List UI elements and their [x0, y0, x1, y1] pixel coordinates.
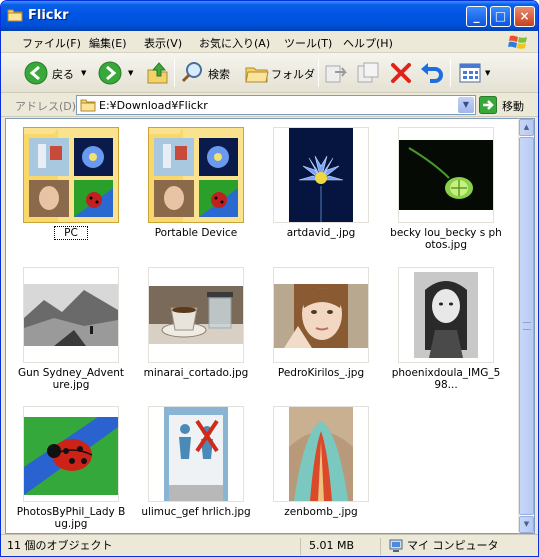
address-dropdown-icon[interactable]: ▼: [458, 97, 474, 113]
item-name: PhotosByPhil_Lady Bug.jpg: [16, 506, 126, 530]
toolbar: 戻る ▼ ▼ 検索 フォルダ ▼: [1, 53, 538, 93]
go-arrow-icon[interactable]: [479, 96, 497, 114]
toolbar-separator: [318, 59, 319, 87]
menu-favorites[interactable]: お気に入り(A): [199, 35, 270, 51]
item-name: phoenixdoula_IMG_598...: [391, 367, 501, 391]
folder-icon: [7, 9, 23, 22]
explorer-window: Flickr _ □ × ファイル(F) 編集(E) 表示(V) お気に入り(A…: [0, 0, 539, 557]
views-icon[interactable]: [457, 60, 483, 86]
grip-icon: [523, 322, 531, 330]
address-bar: アドレス(D) E:¥Download¥Flickr ▼ 移動: [1, 93, 538, 117]
image-thumbnail: [273, 267, 369, 363]
search-button[interactable]: 検索: [208, 66, 230, 82]
image-thumbnail: [23, 267, 119, 363]
status-location-label: マイ コンピュータ: [407, 539, 499, 552]
image-thumbnail: [398, 267, 494, 363]
list-item[interactable]: Gun Sydney_Adventure.jpg: [15, 267, 127, 407]
list-item[interactable]: ulimuc_gef hrlich.jpg: [140, 406, 252, 546]
file-view[interactable]: PC Portable Device artdavid_.jpg becky l…: [5, 118, 518, 534]
go-button[interactable]: 移動: [502, 98, 524, 114]
list-item[interactable]: PC: [15, 127, 127, 267]
up-folder-icon[interactable]: [144, 60, 170, 86]
toolbar-separator: [174, 59, 175, 87]
list-item[interactable]: Portable Device: [140, 127, 252, 267]
back-button[interactable]: 戻る: [52, 66, 74, 82]
move-to-icon[interactable]: [323, 60, 349, 86]
undo-icon[interactable]: [419, 60, 445, 86]
search-icon[interactable]: [179, 60, 205, 86]
list-item[interactable]: phoenixdoula_IMG_598...: [390, 267, 502, 407]
list-item[interactable]: becky lou_becky s photos.jpg: [390, 127, 502, 267]
image-thumbnail: [273, 127, 369, 223]
item-name: PedroKirilos_.jpg: [277, 367, 365, 379]
scroll-up-icon[interactable]: ▲: [519, 119, 534, 136]
item-name: ulimuc_gef hrlich.jpg: [141, 506, 251, 518]
list-item[interactable]: artdavid_.jpg: [265, 127, 377, 267]
status-size: 5.01 MB: [305, 538, 381, 555]
item-name: Portable Device: [154, 227, 238, 239]
my-computer-icon: [389, 539, 403, 552]
menu-help[interactable]: ヘルプ(H): [343, 35, 393, 51]
back-arrow-icon[interactable]: [23, 60, 49, 86]
list-item[interactable]: minarai_cortado.jpg: [140, 267, 252, 407]
item-name: Gun Sydney_Adventure.jpg: [17, 367, 124, 391]
item-name: zenbomb_.jpg: [284, 506, 358, 518]
copy-to-icon[interactable]: [355, 60, 381, 86]
delete-icon[interactable]: [388, 60, 414, 86]
menu-file[interactable]: ファイル(F): [22, 35, 81, 51]
forward-arrow-icon[interactable]: [97, 60, 123, 86]
address-input[interactable]: E:¥Download¥Flickr ▼: [76, 95, 476, 115]
list-item[interactable]: zenbomb_.jpg: [265, 406, 377, 546]
back-dropdown-icon[interactable]: ▼: [81, 69, 86, 77]
menu-bar: ファイル(F) 編集(E) 表示(V) お気に入り(A) ツール(T) ヘルプ(…: [1, 31, 538, 53]
folder-thumbnail: [23, 127, 119, 223]
status-location: マイ コンピュータ: [385, 538, 537, 555]
image-thumbnail: [23, 406, 119, 502]
maximize-button[interactable]: □: [490, 6, 511, 27]
close-button[interactable]: ×: [514, 6, 535, 27]
vertical-scrollbar[interactable]: ▲ ▼: [518, 118, 535, 534]
list-item[interactable]: PhotosByPhil_Lady Bug.jpg: [15, 406, 127, 546]
folder-icon: [80, 99, 96, 112]
item-name: becky lou_becky s photos.jpg: [390, 227, 502, 251]
address-value[interactable]: E:¥Download¥Flickr: [99, 99, 208, 112]
image-thumbnail: [148, 267, 244, 363]
image-thumbnail: [398, 127, 494, 223]
menu-edit[interactable]: 編集(E): [89, 35, 127, 51]
menu-view[interactable]: 表示(V): [144, 35, 182, 51]
address-label: アドレス(D): [15, 100, 77, 113]
folders-button[interactable]: フォルダ: [271, 66, 315, 82]
image-thumbnail: [273, 406, 369, 502]
image-thumbnail: [148, 406, 244, 502]
item-name: minarai_cortado.jpg: [143, 367, 249, 379]
forward-dropdown-icon[interactable]: ▼: [128, 69, 133, 77]
item-name: PC: [54, 226, 88, 240]
status-object-count: 11 個のオブジェクト: [3, 538, 301, 555]
views-dropdown-icon[interactable]: ▼: [485, 69, 490, 77]
menu-tools[interactable]: ツール(T): [284, 35, 332, 51]
title-bar[interactable]: Flickr _ □ ×: [1, 1, 538, 31]
scrollbar-thumb[interactable]: [519, 137, 534, 515]
status-bar: 11 個のオブジェクト 5.01 MB マイ コンピュータ: [1, 534, 538, 556]
item-name: artdavid_.jpg: [286, 227, 356, 239]
window-title: Flickr: [28, 8, 69, 23]
folder-thumbnail: [148, 127, 244, 223]
scroll-down-icon[interactable]: ▼: [519, 516, 534, 533]
windows-logo-icon: [508, 35, 527, 49]
folders-icon[interactable]: [244, 60, 270, 86]
toolbar-separator: [450, 59, 451, 87]
minimize-button[interactable]: _: [466, 6, 487, 27]
list-item[interactable]: PedroKirilos_.jpg: [265, 267, 377, 407]
